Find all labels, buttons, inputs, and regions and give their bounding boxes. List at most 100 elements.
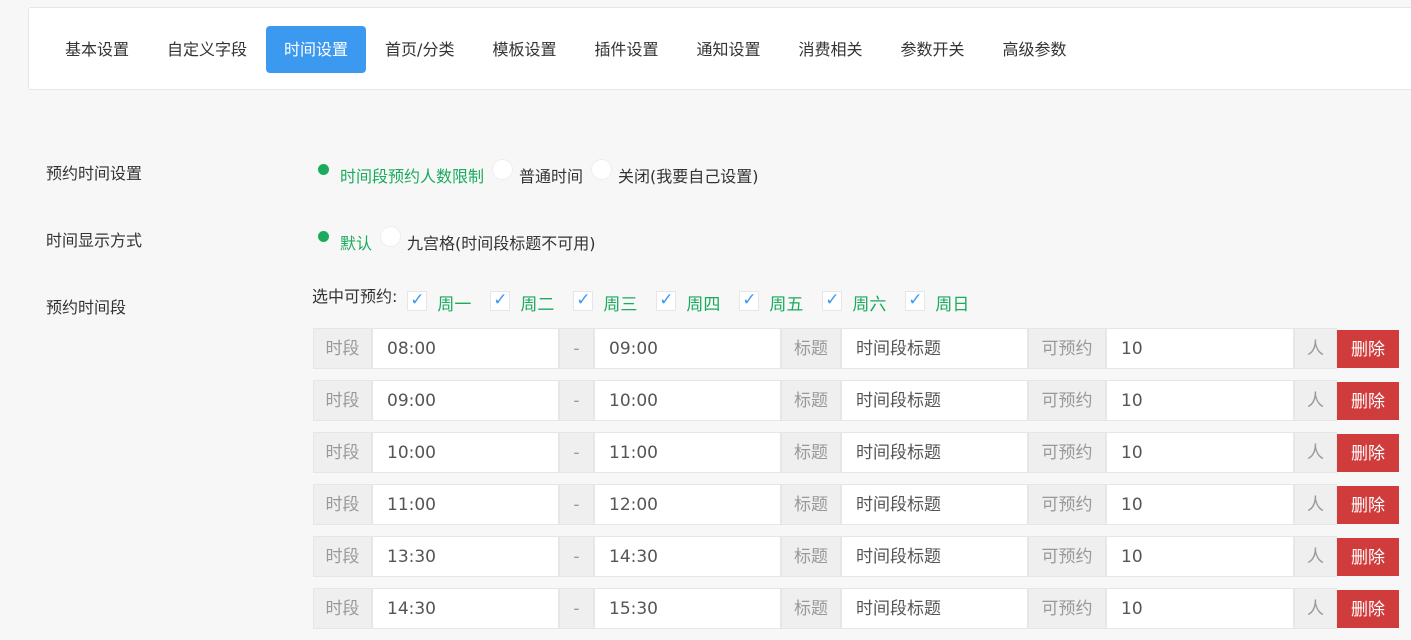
tab-1[interactable]: 自定义字段 (148, 26, 266, 73)
bookable-label: 可预约 (1028, 484, 1106, 525)
settings-tab-bar: 基本设置 自定义字段 时间设置 首页/分类 模板设置 插件设置 通知设置 消费相关 参数开关 高级… (28, 7, 1411, 90)
tab-0[interactable]: 基本设置 (46, 26, 148, 73)
delete-slot-button[interactable]: 删除 (1337, 382, 1399, 420)
title-label: 标题 (781, 380, 841, 421)
period-label: 时段 (313, 328, 372, 369)
weekday-label: 周四 (686, 295, 721, 315)
slot-title-input[interactable] (841, 328, 1028, 369)
weekday-checkbox[interactable]: ✓ (656, 291, 677, 311)
delete-slot-button[interactable]: 删除 (1337, 434, 1399, 472)
display-mode-radio-group: 默认 九宫格(时间段标题不可用) (313, 226, 604, 264)
slot-start-input[interactable] (372, 380, 559, 421)
slot-end-input[interactable] (594, 484, 781, 525)
slot-capacity-input[interactable] (1106, 328, 1294, 369)
weekday-3[interactable]: ✓ 周四 (656, 286, 720, 316)
weekday-2[interactable]: ✓ 周三 (573, 286, 637, 316)
slot-title-input[interactable] (841, 432, 1028, 473)
period-label: 时段 (313, 588, 372, 629)
slot-start-input[interactable] (372, 536, 559, 577)
booking-time-radio-2[interactable] (591, 159, 613, 180)
period-label: 时段 (313, 432, 372, 473)
slot-title-input[interactable] (841, 588, 1028, 629)
delete-slot-button[interactable]: 删除 (1337, 486, 1399, 524)
tab-6[interactable]: 通知设置 (677, 26, 779, 73)
slot-end-input[interactable] (594, 328, 781, 369)
slot-title-input[interactable] (841, 380, 1028, 421)
tab-list: 基本设置 自定义字段 时间设置 首页/分类 模板设置 插件设置 通知设置 消费相关 参数开关 高级… (46, 26, 1086, 73)
title-label: 标题 (781, 588, 841, 629)
weekday-checkbox[interactable]: ✓ (905, 291, 926, 311)
booking-time-radio-1[interactable] (492, 159, 514, 180)
display-mode-radio-1[interactable] (380, 226, 402, 247)
tab-7[interactable]: 消费相关 (780, 26, 882, 73)
slot-capacity-input[interactable] (1106, 484, 1294, 525)
range-separator: - (559, 536, 594, 577)
tab-2[interactable]: 时间设置 (266, 26, 367, 73)
slot-capacity-input[interactable] (1106, 588, 1294, 629)
weekday-checkbox[interactable]: ✓ (822, 291, 843, 311)
tab-3[interactable]: 首页/分类 (366, 26, 473, 73)
range-separator: - (559, 484, 594, 525)
time-slot-list: 时段-标题可预约人删除时段-标题可预约人删除时段-标题可预约人删除时段-标题可预… (313, 328, 1399, 640)
weekday-checkbox[interactable]: ✓ (739, 291, 760, 311)
weekday-5[interactable]: ✓ 周六 (822, 286, 886, 316)
booking-time-option-label: 普通时间 (519, 167, 584, 186)
slot-title-input[interactable] (841, 536, 1028, 577)
slot-end-input[interactable] (594, 536, 781, 577)
slot-start-input[interactable] (372, 484, 559, 525)
unit-label: 人 (1294, 380, 1337, 421)
slots-section-label: 预约时间段 (46, 298, 127, 317)
delete-slot-button[interactable]: 删除 (1337, 590, 1399, 628)
slot-capacity-input[interactable] (1106, 536, 1294, 577)
display-mode-option-label: 默认 (340, 234, 373, 253)
weekday-checkbox[interactable]: ✓ (573, 291, 594, 311)
weekday-list: ✓ 周一 ✓ 周二 ✓ 周三 ✓ 周四 ✓ 周五 ✓ 周六 ✓ 周日 (407, 286, 988, 316)
unit-label: 人 (1294, 432, 1337, 473)
title-label: 标题 (781, 328, 841, 369)
tab-8[interactable]: 参数开关 (882, 26, 984, 73)
slot-start-input[interactable] (372, 588, 559, 629)
time-slot-row: 时段 - 标题 可预约 人删除 (313, 380, 1399, 421)
slot-end-input[interactable] (594, 588, 781, 629)
slot-end-input[interactable] (594, 432, 781, 473)
unit-label: 人 (1294, 484, 1337, 525)
booking-time-option-2[interactable]: 关闭(我要自己设置) (591, 159, 767, 187)
range-separator: - (559, 432, 594, 473)
slot-end-input[interactable] (594, 380, 781, 421)
unit-label: 人 (1294, 588, 1337, 629)
delete-slot-button[interactable]: 删除 (1337, 538, 1399, 576)
slot-capacity-input[interactable] (1106, 432, 1294, 473)
display-mode-option-0[interactable]: 默认 (313, 231, 380, 254)
weekday-1[interactable]: ✓ 周二 (490, 286, 554, 316)
bookable-label: 可预约 (1028, 536, 1106, 577)
time-slot-row: 时段 - 标题 可预约 人删除 (313, 432, 1399, 473)
time-slot-row: 时段 - 标题 可预约 人删除 (313, 484, 1399, 525)
range-separator: - (559, 380, 594, 421)
range-separator: - (559, 328, 594, 369)
period-label: 时段 (313, 380, 372, 421)
weekday-label: 周五 (769, 295, 804, 315)
weekday-checkbox[interactable]: ✓ (407, 291, 428, 311)
display-mode-option-1[interactable]: 九宫格(时间段标题不可用) (380, 226, 604, 254)
booking-time-radio-0[interactable] (313, 159, 334, 180)
slot-start-input[interactable] (372, 432, 559, 473)
slot-capacity-input[interactable] (1106, 380, 1294, 421)
weekday-0[interactable]: ✓ 周一 (407, 286, 471, 316)
tab-4[interactable]: 模板设置 (473, 26, 575, 73)
tab-5[interactable]: 插件设置 (575, 26, 677, 73)
display-mode-radio-0[interactable] (313, 226, 334, 247)
bookable-label: 可预约 (1028, 432, 1106, 473)
display-mode-option-label: 九宫格(时间段标题不可用) (407, 234, 596, 253)
booking-time-option-1[interactable]: 普通时间 (492, 159, 591, 187)
slot-title-input[interactable] (841, 484, 1028, 525)
weekday-label: 周三 (603, 295, 638, 315)
slot-start-input[interactable] (372, 328, 559, 369)
weekday-6[interactable]: ✓ 周日 (905, 286, 969, 316)
tab-9[interactable]: 高级参数 (984, 26, 1086, 73)
weekday-4[interactable]: ✓ 周五 (739, 286, 803, 316)
delete-slot-button[interactable]: 删除 (1337, 330, 1399, 368)
booking-time-radio-group: 时间段预约人数限制 普通时间 关闭(我要自己设置) (313, 159, 767, 197)
weekday-checkbox[interactable]: ✓ (490, 291, 511, 311)
booking-time-option-0[interactable]: 时间段预约人数限制 (313, 164, 492, 187)
weekday-label: 周一 (437, 295, 472, 315)
